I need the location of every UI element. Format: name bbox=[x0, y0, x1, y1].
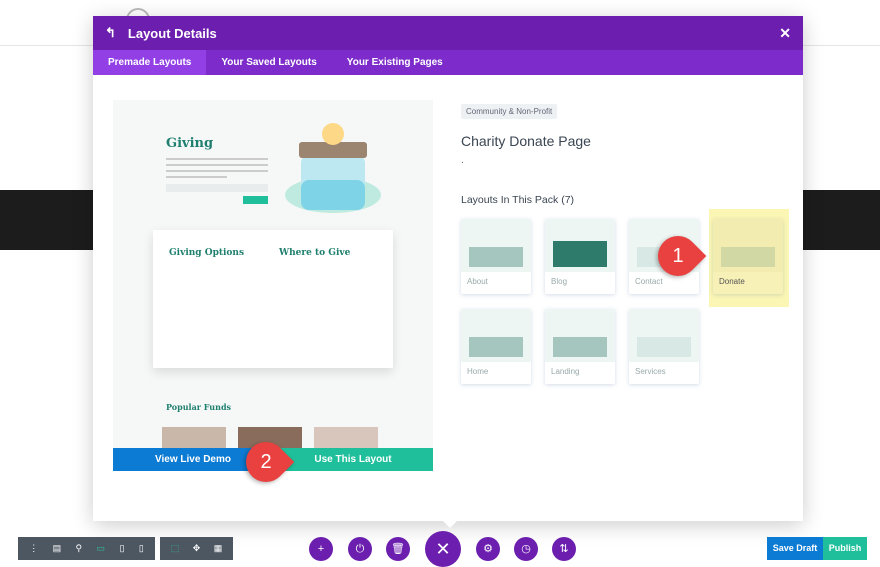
layout-card-label: Blog bbox=[551, 277, 568, 286]
layout-description: . bbox=[461, 155, 464, 166]
category-badge[interactable]: Community & Non-Profit bbox=[461, 104, 558, 119]
click-mode-icon[interactable]: ✥ bbox=[193, 543, 201, 554]
layout-card-blog[interactable]: Blog bbox=[545, 219, 615, 294]
preview-popular-title: Popular Funds bbox=[166, 402, 232, 412]
settings-gear-icon[interactable]: ⚙ bbox=[476, 537, 500, 561]
step-number: 2 bbox=[260, 451, 272, 473]
add-icon[interactable]: + bbox=[309, 537, 333, 561]
layout-card-services[interactable]: Services bbox=[629, 309, 699, 384]
modal-title: Layout Details bbox=[127, 25, 217, 41]
publish-button[interactable]: Publish bbox=[823, 537, 867, 560]
step-marker-1: 1 bbox=[649, 227, 707, 285]
close-icon[interactable]: ✕ bbox=[779, 25, 791, 42]
layers-icon[interactable]: ⬚ bbox=[171, 543, 180, 554]
step-number: 1 bbox=[672, 245, 684, 267]
preview-hero-title: Giving bbox=[166, 136, 214, 151]
grid-icon[interactable]: ▦ bbox=[214, 543, 223, 554]
save-draft-button[interactable]: Save Draft bbox=[767, 537, 823, 560]
power-icon[interactable]: ⏻ bbox=[348, 537, 372, 561]
layout-info: Community & Non-Profit Charity Donate Pa… bbox=[461, 101, 591, 166]
layout-preview-image: Giving Giving Options Where to Give Popu… bbox=[113, 100, 433, 470]
back-arrow-icon[interactable]: ↰ bbox=[105, 25, 116, 41]
tab-bar: Premade Layouts Your Saved Layouts Your … bbox=[93, 50, 803, 75]
step-marker-2: 2 bbox=[237, 433, 295, 491]
layout-card-label: Landing bbox=[551, 367, 580, 376]
preview-text bbox=[166, 158, 268, 208]
phone-icon[interactable]: ▯ bbox=[139, 543, 144, 554]
preview-options-title: Giving Options bbox=[169, 248, 245, 258]
tab-existing-pages[interactable]: Your Existing Pages bbox=[332, 50, 458, 75]
view-toolbar: ⋮ ▤ ⚲ ▭ ▯ ▯ bbox=[18, 537, 155, 560]
layout-title: Charity Donate Page bbox=[461, 133, 591, 149]
tab-saved-layouts[interactable]: Your Saved Layouts bbox=[206, 50, 331, 75]
menu-dots-icon[interactable]: ⋮ bbox=[29, 543, 38, 554]
preview-where-title: Where to Give bbox=[279, 248, 351, 258]
pack-heading: Layouts In This Pack (7) bbox=[461, 194, 575, 206]
preview-options-card: Giving Options Where to Give bbox=[153, 230, 393, 368]
desktop-icon[interactable]: ▭ bbox=[97, 543, 106, 554]
portability-icon[interactable]: ⇅ bbox=[552, 537, 576, 561]
tab-premade-layouts[interactable]: Premade Layouts bbox=[93, 50, 207, 75]
layout-card-label: Donate bbox=[719, 277, 745, 286]
layout-card-landing[interactable]: Landing bbox=[545, 309, 615, 384]
layout-card-donate[interactable]: Donate bbox=[713, 219, 783, 294]
layout-card-label: Home bbox=[467, 367, 489, 376]
use-this-layout-button[interactable]: Use This Layout bbox=[273, 448, 433, 471]
zoom-icon[interactable]: ⚲ bbox=[76, 543, 83, 554]
trash-icon[interactable]: 🗑 bbox=[386, 537, 410, 561]
layout-card-home[interactable]: Home bbox=[461, 309, 531, 384]
layout-card-label: Services bbox=[635, 367, 666, 376]
modal-pointer bbox=[443, 521, 457, 528]
layout-card-about[interactable]: About bbox=[461, 219, 531, 294]
tablet-icon[interactable]: ▯ bbox=[119, 543, 124, 554]
mode-toolbar: ⬚ ✥ ▦ bbox=[160, 537, 233, 560]
history-icon[interactable]: ◷ bbox=[514, 537, 538, 561]
wireframe-icon[interactable]: ▤ bbox=[53, 543, 62, 554]
layout-card-label: About bbox=[467, 277, 488, 286]
modal-header: ↰ Layout Details ✕ bbox=[93, 16, 803, 50]
donation-jar-illustration bbox=[285, 123, 381, 213]
